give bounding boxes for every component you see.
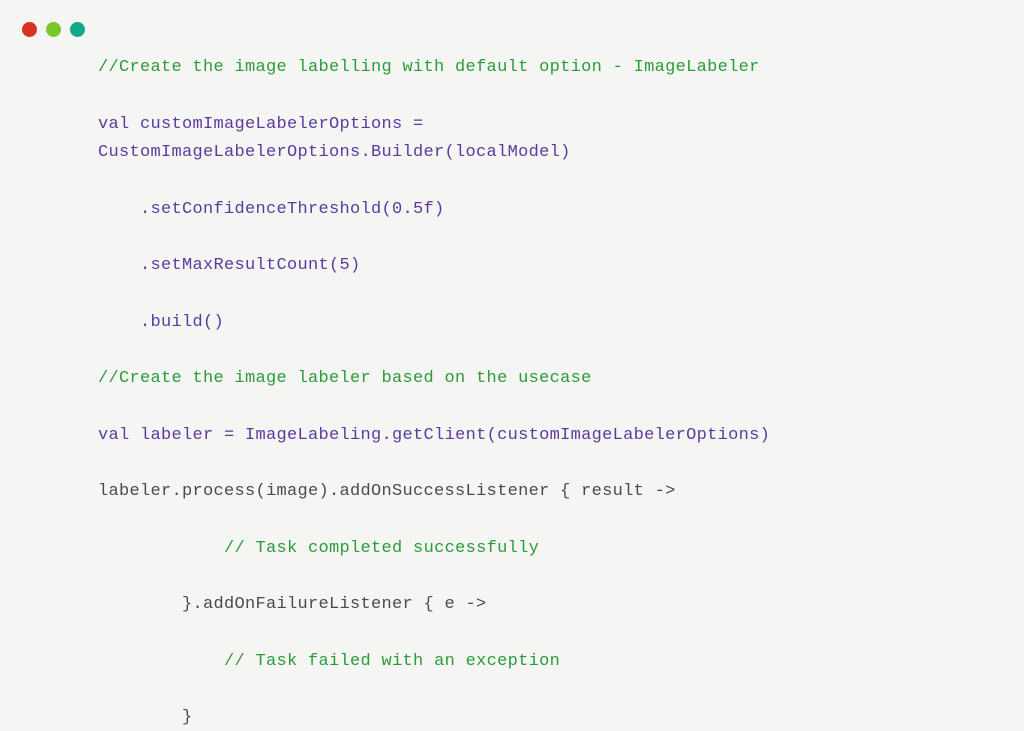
code-text: labeler.process(image).addOnSuccessListe… <box>98 482 676 501</box>
code-line: .setMaxResultCount(5) <box>98 253 1024 279</box>
code-line: // Task failed with an exception <box>98 649 1024 675</box>
code-keyword: val <box>98 115 130 134</box>
window-close-dot <box>22 22 37 37</box>
code-identifier: customImageLabelerOptions = <box>130 115 424 134</box>
code-comment: //Create the image labelling with defaul… <box>98 58 760 77</box>
code-line: val customImageLabelerOptions = <box>98 112 1024 138</box>
code-line: labeler.process(image).addOnSuccessListe… <box>98 479 1024 505</box>
code-line: //Create the image labeler based on the … <box>98 366 1024 392</box>
window-minimize-dot <box>46 22 61 37</box>
code-line: val labeler = ImageLabeling.getClient(cu… <box>98 423 1024 449</box>
code-identifier: .setConfidenceThreshold(0.5f) <box>98 200 445 219</box>
code-line: CustomImageLabelerOptions.Builder(localM… <box>98 140 1024 166</box>
code-indent <box>98 652 224 671</box>
code-line: .build() <box>98 310 1024 336</box>
code-comment: //Create the image labeler based on the … <box>98 369 592 388</box>
code-keyword: val <box>98 426 130 445</box>
code-line: .setConfidenceThreshold(0.5f) <box>98 197 1024 223</box>
code-line: //Create the image labelling with defaul… <box>98 55 1024 81</box>
code-line: // Task completed successfully <box>98 536 1024 562</box>
code-comment: // Task failed with an exception <box>224 652 560 671</box>
code-line: }.addOnFailureListener { e -> <box>98 592 1024 618</box>
window-controls <box>22 22 85 37</box>
code-text: } <box>98 708 193 727</box>
window-maximize-dot <box>70 22 85 37</box>
code-identifier: .setMaxResultCount(5) <box>98 256 361 275</box>
code-identifier: CustomImageLabelerOptions.Builder(localM… <box>98 143 571 162</box>
code-identifier: .build() <box>98 313 224 332</box>
code-identifier: labeler = ImageLabeling.getClient(custom… <box>130 426 771 445</box>
code-indent <box>98 539 224 558</box>
code-line: } <box>98 705 1024 731</box>
code-text: }.addOnFailureListener { e -> <box>98 595 487 614</box>
code-comment: // Task completed successfully <box>224 539 539 558</box>
code-block: //Create the image labelling with defaul… <box>0 0 1024 731</box>
